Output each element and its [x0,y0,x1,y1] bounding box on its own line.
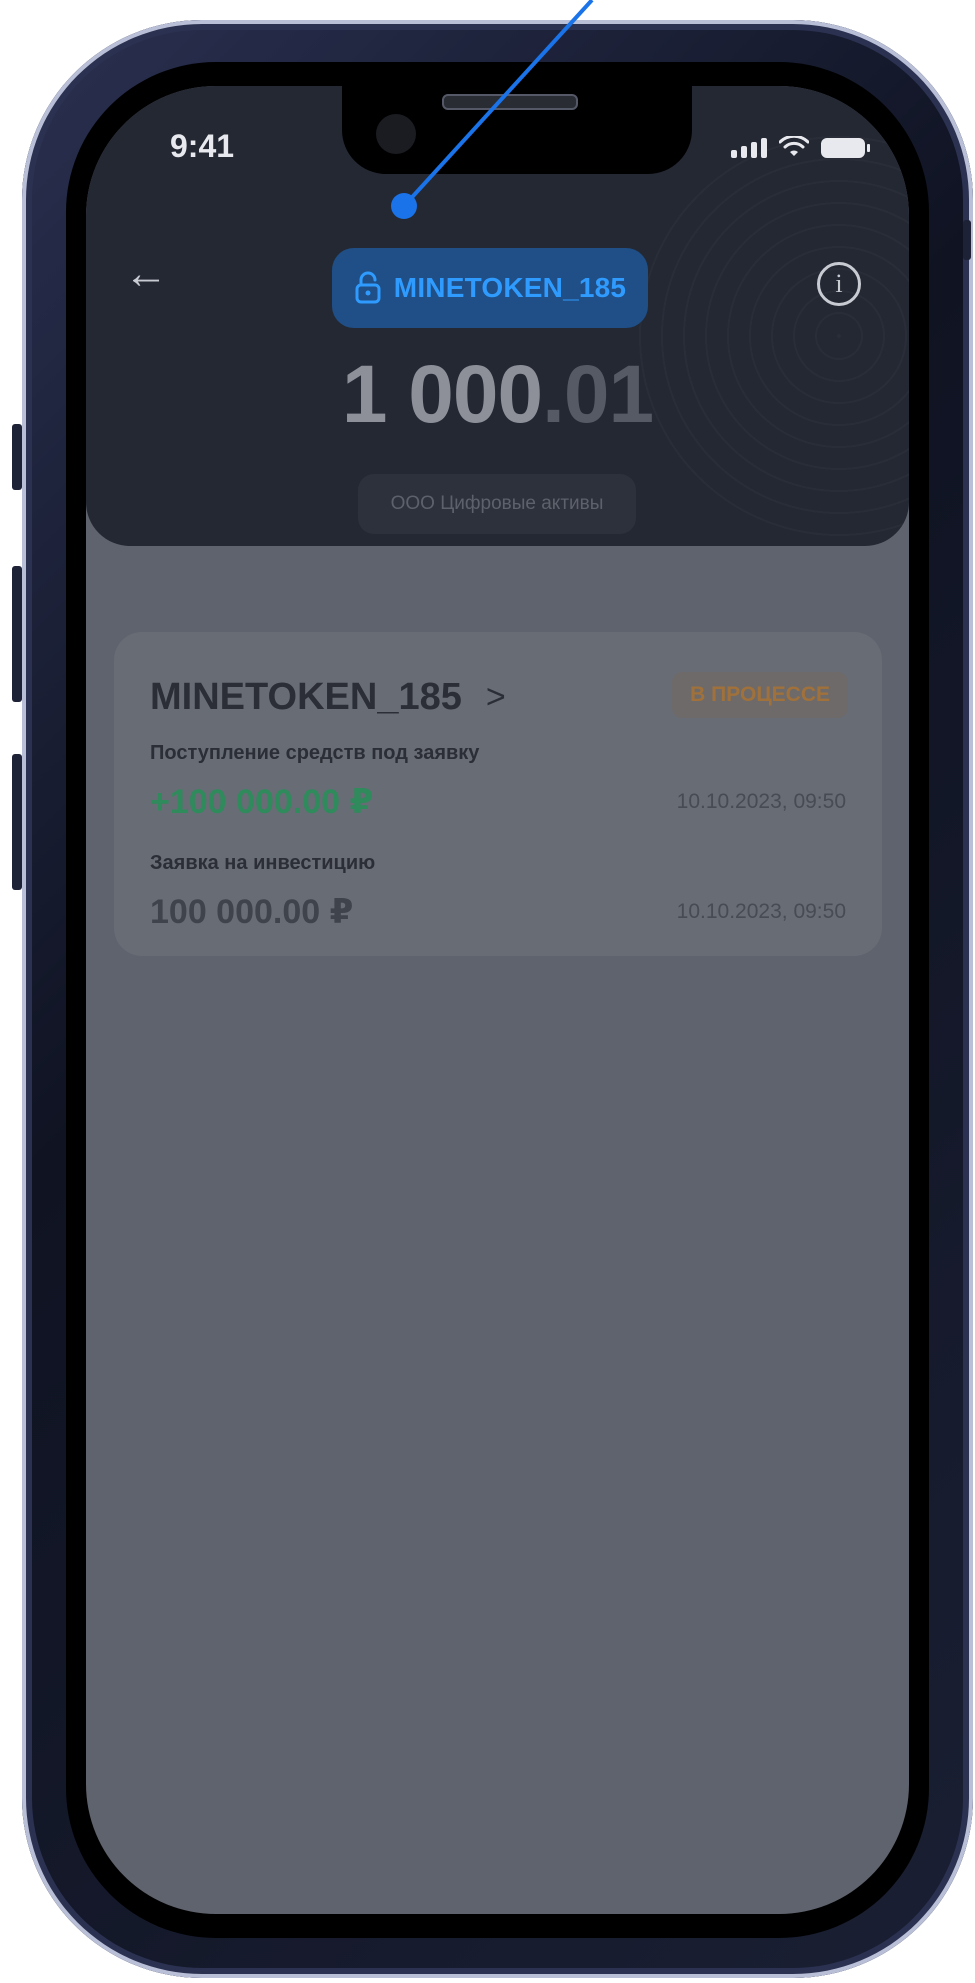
chevron-right-icon: > [485,678,506,716]
card-title-row[interactable]: MINETOKEN_185 > [150,676,506,719]
operation-amount: +100 000.00 ₽ [150,783,374,821]
status-time: 9:41 [170,128,235,164]
wifi-icon [779,136,809,156]
signal-icon [731,136,767,158]
operation-label: Заявка на инвестицию [150,852,376,874]
info-icon[interactable]: i [817,262,861,306]
header-decoration [629,126,909,546]
balance-fraction: .01 [542,349,654,440]
volume-down-button [12,754,22,890]
token-header: 9:41 ← MINETOKEN_185 i 1 000.01 ООО Цифр… [86,86,909,546]
token-name-label: MINETOKEN_185 [393,272,627,303]
front-camera [376,114,416,154]
power-button [963,220,971,260]
app-screen: 9:41 ← MINETOKEN_185 i 1 000.01 ООО Цифр… [86,86,909,1914]
volume-up-button [12,566,22,702]
issuer-name: ООО Цифровые активы [358,474,636,534]
lock-icon [355,271,381,304]
phone-frame: 9:41 ← MINETOKEN_185 i 1 000.01 ООО Цифр… [22,20,973,1978]
operation-amount: 100 000.00 ₽ [150,893,354,931]
token-balance: 1 000.01 [86,348,909,442]
balance-integer: 1 000 [341,349,543,440]
battery-icon [821,138,870,158]
status-badge: В ПРОЦЕССЕ [672,672,848,718]
earpiece [442,94,578,110]
phone-bezel: 9:41 ← MINETOKEN_185 i 1 000.01 ООО Цифр… [66,62,929,1938]
operation-date: 10.10.2023, 09:50 [676,900,846,923]
status-icons [731,136,870,158]
token-name-button[interactable]: MINETOKEN_185 [332,248,648,328]
back-arrow-icon[interactable]: ← [118,246,174,302]
card-title: MINETOKEN_185 [150,676,462,718]
operation-card[interactable]: MINETOKEN_185 > В ПРОЦЕССЕ Поступление с… [114,632,882,956]
operation-date: 10.10.2023, 09:50 [676,790,846,813]
operation-label: Поступление средств под заявку [150,742,480,764]
mute-switch [12,424,22,490]
